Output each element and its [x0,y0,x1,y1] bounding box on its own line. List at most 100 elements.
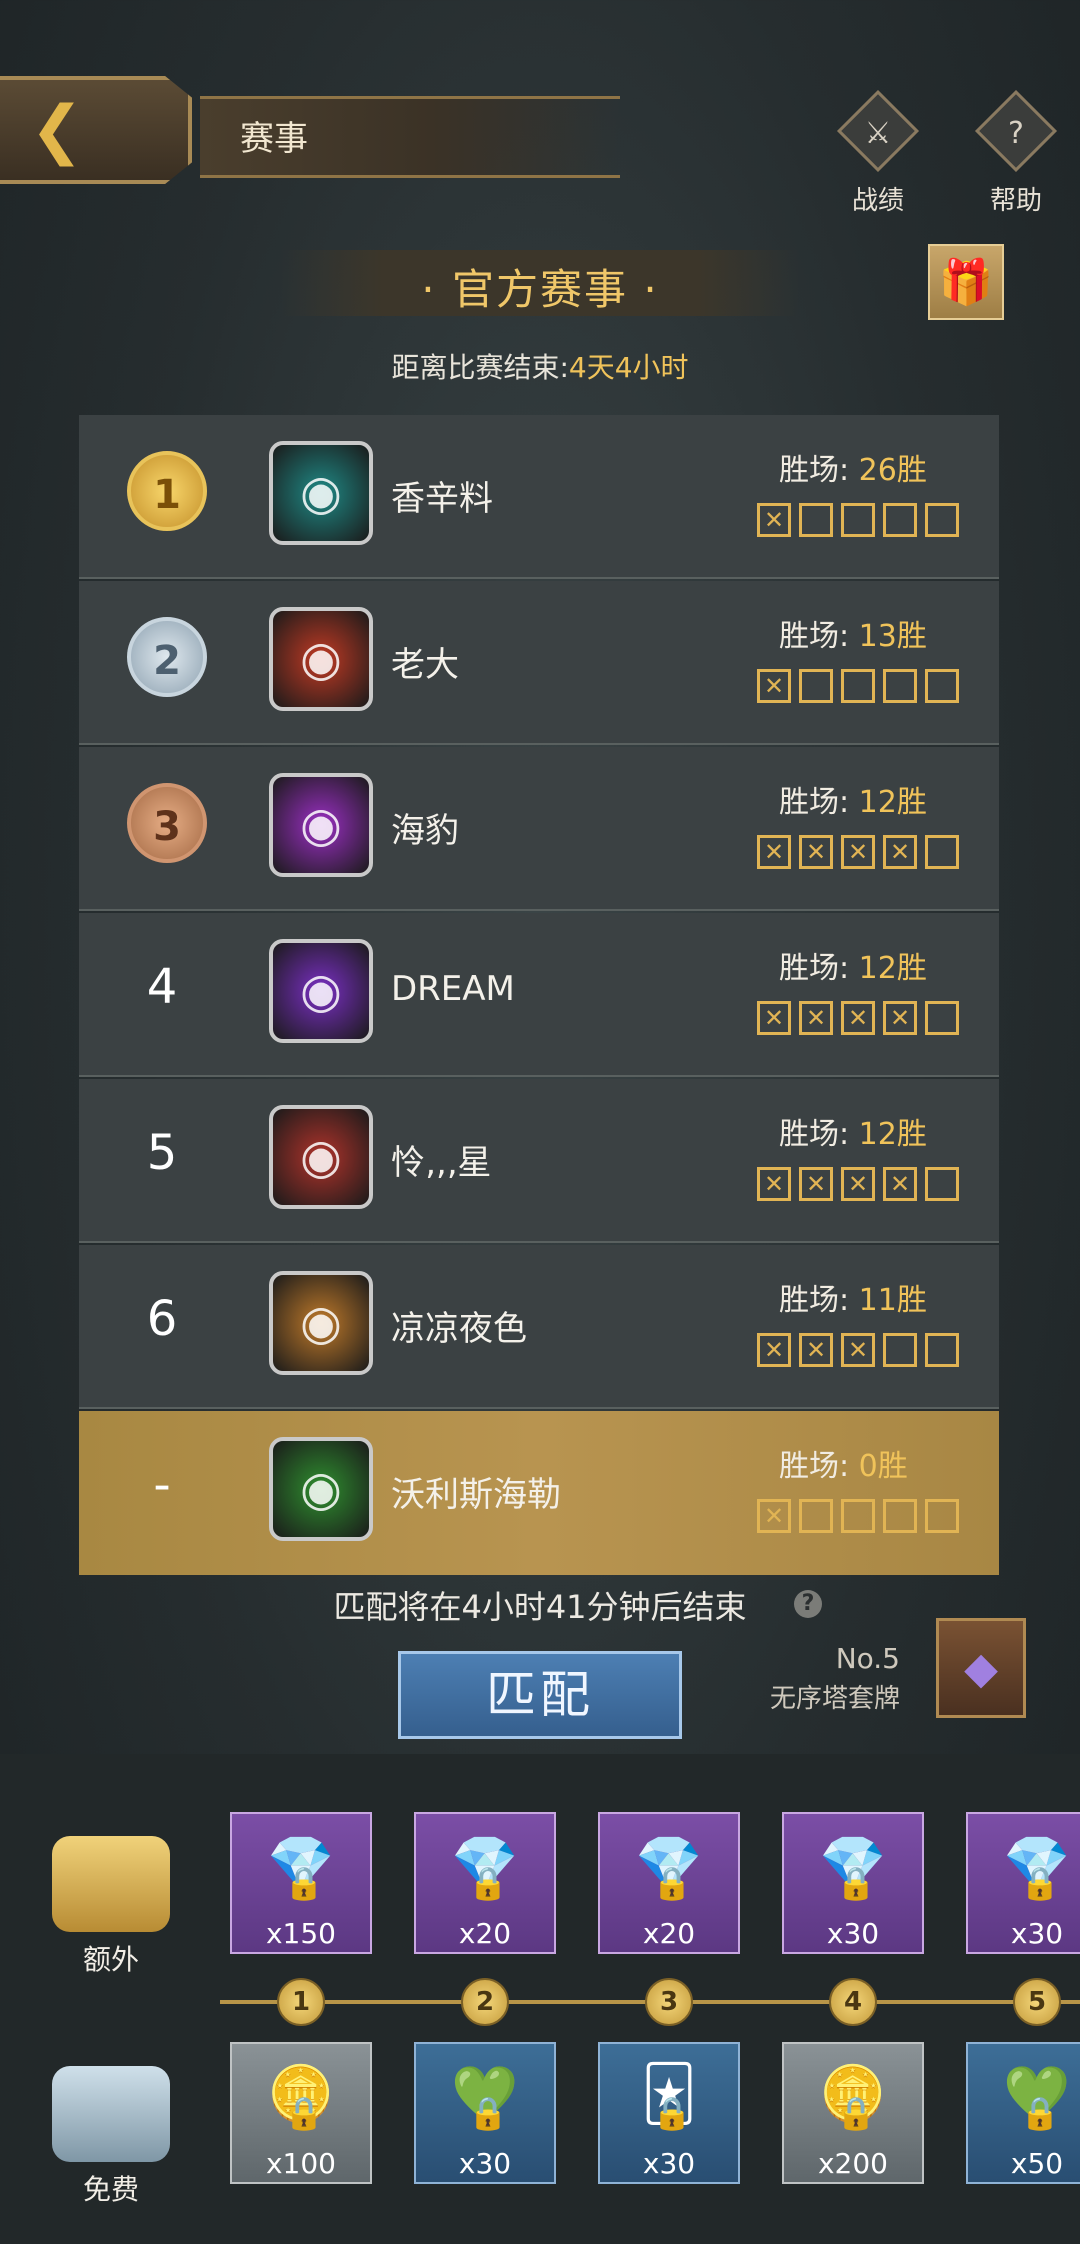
win-box: ✕ [757,1001,791,1035]
rank-number: 5 [146,1125,178,1181]
free-reward-item[interactable]: 💚 🔒 x50 [966,2042,1080,2184]
ranking-row[interactable]: 2 ◉ 老大 胜场: 13胜 ✕ [79,581,999,745]
reward-qty: x200 [817,2147,888,2180]
reward-qty: x30 [1010,1917,1064,1950]
deck-name: 无序塔套牌 [769,1684,900,1714]
win-box: ✕ [799,1333,833,1367]
wins-text: 胜场: 12胜 [779,1109,927,1153]
reward-tier-node: 2 [461,1978,509,2026]
free-reward-item[interactable]: 🪙 🔒 x200 [782,2042,924,2184]
wins-text: 胜场: 26胜 [779,445,927,489]
extra-chest[interactable]: 额外 [46,1836,176,1978]
match-help-icon[interactable]: ? [794,1590,822,1618]
win-box [841,669,875,703]
extra-reward-item[interactable]: 💎 🔒 x30 [966,1812,1080,1954]
player-name: 沃利斯海勒 [391,1475,561,1515]
wins-value: 12胜 [858,1117,927,1152]
lock-icon: 🔒 [652,1864,692,1902]
wins-text: 胜场: 12胜 [779,777,927,821]
win-box [925,1333,959,1367]
player-name: 海豹 [391,811,459,851]
player-name: 怜‚‚‚星 [391,1143,492,1183]
self-row[interactable]: - ◉ 沃利斯海勒 胜场: 0胜 ✕ [79,1411,999,1575]
free-label: 免费 [82,2173,139,2206]
rank-number: 4 [146,959,178,1015]
page-title: 赛事 [240,119,308,159]
wins-label: 胜场: [779,951,850,986]
player-avatar[interactable]: ◉ [269,773,373,877]
lock-icon: 🔒 [1020,1864,1060,1902]
wins-label: 胜场: [779,1449,850,1484]
wins-value: 11胜 [858,1283,927,1318]
free-reward-item[interactable]: 🪙 🔒 x100 [230,2042,372,2184]
countdown-text: 距离比赛结束:4天4小时 [0,346,1080,386]
deck-card-icon[interactable]: ◆ [936,1618,1026,1718]
wins-text: 胜场: 11胜 [779,1275,927,1319]
win-boxes: ✕ ✕ ✕ [757,1333,959,1367]
back-button[interactable]: ❮ [0,76,192,184]
lock-icon: 🔒 [836,1864,876,1902]
extra-reward-item[interactable]: 💎 🔒 x20 [598,1812,740,1954]
ranking-row[interactable]: 6 ◉ 凉凉夜色 胜场: 11胜 ✕ ✕ ✕ [79,1245,999,1409]
win-box: ✕ [757,835,791,869]
match-button[interactable]: 匹配 [398,1651,682,1739]
win-box: ✕ [799,1167,833,1201]
win-box [925,1499,959,1533]
player-name: 老大 [391,645,459,685]
win-box [799,1499,833,1533]
win-box [841,1499,875,1533]
win-box: ✕ [841,835,875,869]
player-name: DREAM [391,969,515,1009]
extra-reward-item[interactable]: 💎 🔒 x20 [414,1812,556,1954]
win-box: ✕ [757,1499,791,1533]
record-button[interactable]: ⚔ 战绩 [830,89,926,217]
wins-value: 26胜 [858,453,927,488]
wins-label: 胜场: [779,1117,850,1152]
win-box [925,669,959,703]
free-chest[interactable]: 免费 [46,2066,176,2208]
reward-qty: x50 [1010,2147,1064,2180]
win-box: ✕ [883,835,917,869]
win-boxes: ✕ [757,669,959,703]
free-reward-item[interactable]: 🃏 🔒 x30 [598,2042,740,2184]
wins-value: 12胜 [858,951,927,986]
reward-qty: x30 [642,2147,696,2180]
extra-reward-item[interactable]: 💎 🔒 x150 [230,1812,372,1954]
ranking-row[interactable]: 3 ◉ 海豹 胜场: 12胜 ✕ ✕ ✕ ✕ [79,747,999,911]
player-avatar[interactable]: ◉ [269,607,373,711]
reward-qty: x20 [458,1917,512,1950]
silver-chest-icon [52,2066,170,2162]
help-button[interactable]: ? 帮助 [968,89,1064,217]
win-box: ✕ [841,1001,875,1035]
wins-value: 0胜 [858,1449,908,1484]
lock-icon: 🔒 [284,1864,324,1902]
win-boxes: ✕ ✕ ✕ ✕ [757,1167,959,1201]
gift-button[interactable]: 🎁 [928,244,1004,320]
help-label: 帮助 [989,186,1042,216]
ranking-row[interactable]: 1 ◉ 香辛料 胜场: 26胜 ✕ [79,415,999,579]
wins-text: 胜场: 0胜 [779,1441,908,1485]
extra-reward-item[interactable]: 💎 🔒 x30 [782,1812,924,1954]
wins-label: 胜场: [779,453,850,488]
rank-number: - [153,1457,171,1513]
win-boxes: ✕ [757,1499,959,1533]
win-box [883,669,917,703]
ranking-row[interactable]: 5 ◉ 怜‚‚‚星 胜场: 12胜 ✕ ✕ ✕ ✕ [79,1079,999,1243]
reward-tier-node: 5 [1013,1978,1061,2026]
player-avatar[interactable]: ◉ [269,1271,373,1375]
player-avatar[interactable]: ◉ [269,441,373,545]
free-reward-item[interactable]: 💚 🔒 x30 [414,2042,556,2184]
rank-medal-icon: 3 [127,783,207,863]
win-box: ✕ [883,1001,917,1035]
win-box [799,503,833,537]
rank-medal-icon: 2 [127,617,207,697]
win-box: ✕ [841,1333,875,1367]
ranking-row[interactable]: 4 ◉ DREAM 胜场: 12胜 ✕ ✕ ✕ ✕ [79,913,999,1077]
win-box [799,669,833,703]
player-avatar[interactable]: ◉ [269,1105,373,1209]
section-title: · 官方赛事 · [421,265,659,314]
gift-icon: 🎁 [938,257,994,308]
player-avatar[interactable]: ◉ [269,939,373,1043]
win-box: ✕ [757,1333,791,1367]
player-avatar[interactable]: ◉ [269,1437,373,1541]
